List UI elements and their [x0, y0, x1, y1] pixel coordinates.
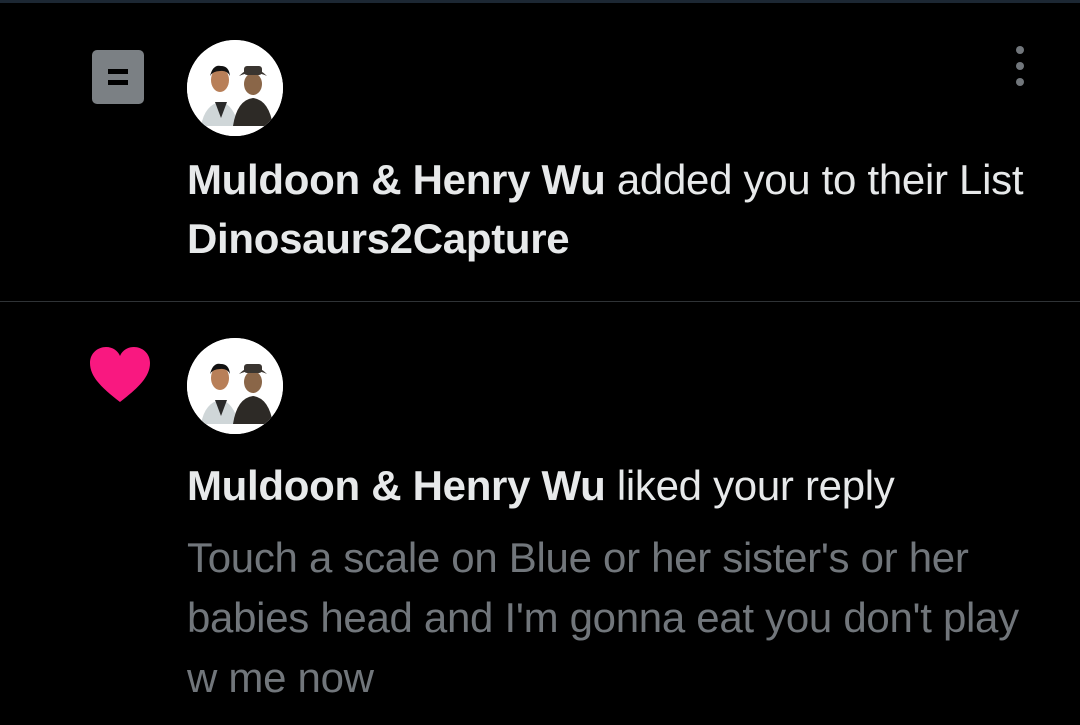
actor-name[interactable]: Muldoon & Henry Wu [187, 462, 606, 509]
action-text: added you to their List [605, 156, 1024, 203]
list-icon [88, 46, 148, 108]
notification-list-added[interactable]: Muldoon & Henry Wu added you to their Li… [0, 3, 1080, 301]
actor-name[interactable]: Muldoon & Henry Wu [187, 156, 606, 203]
action-text: liked your reply [605, 462, 895, 509]
more-vertical-icon [1016, 46, 1024, 86]
more-options-button[interactable] [1000, 41, 1040, 91]
list-name[interactable]: Dinosaurs2Capture [187, 215, 570, 262]
reply-preview-text[interactable]: Touch a scale on Blue or her sister's or… [187, 528, 1047, 708]
avatar[interactable] [187, 40, 283, 136]
notification-liked-reply[interactable]: Muldoon & Henry Wu liked your reply Touc… [0, 302, 1080, 725]
notification-text: Muldoon & Henry Wu added you to their Li… [187, 150, 1057, 268]
avatar[interactable] [187, 338, 283, 434]
notification-text: Muldoon & Henry Wu liked your reply [187, 456, 1057, 515]
heart-icon [88, 346, 152, 404]
